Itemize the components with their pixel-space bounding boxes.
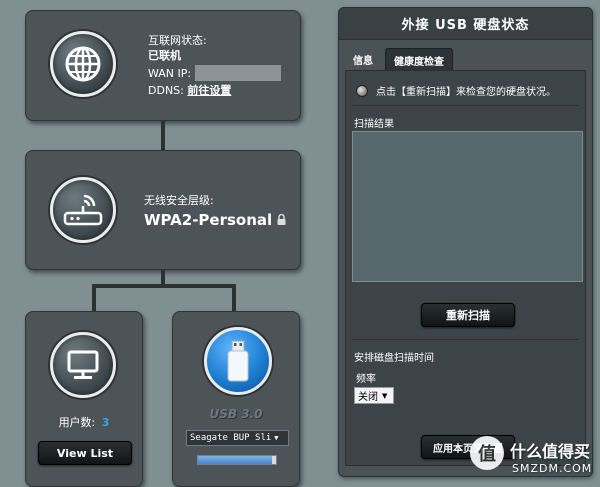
- chevron-down-icon: ▼: [274, 434, 279, 442]
- router-icon: [50, 177, 116, 243]
- ddns-settings-link[interactable]: 前往设置: [187, 84, 231, 97]
- frequency-label: 频率: [356, 374, 376, 385]
- scan-results-box[interactable]: [352, 131, 583, 282]
- divider: [352, 105, 579, 106]
- clients-count: 3: [101, 416, 110, 429]
- wan-ip-row: WAN IP:: [148, 65, 282, 81]
- rescan-button[interactable]: 重新扫描: [421, 303, 515, 327]
- usb-usage-fill: [198, 456, 273, 464]
- status-indicator-icon: [356, 84, 368, 97]
- internet-status-card[interactable]: 互联网状态: 已联机 WAN IP: DDNS: 前往设置: [25, 10, 301, 121]
- connector-line: [161, 121, 165, 151]
- frequency-select[interactable]: 关闭 ▼: [354, 387, 394, 404]
- usb-device-name: Seagate BUP Sli: [190, 433, 272, 443]
- connector-line: [92, 284, 236, 288]
- clients-label: 用户数:: [58, 416, 96, 429]
- internet-status-value: 已联机: [148, 49, 181, 62]
- health-check-tab-body: 点击【重新扫描】来检查您的硬盘状况。 扫描结果 重新扫描 安排磁盘扫描时间 频率…: [345, 70, 586, 466]
- watermark-logo-icon: 值: [470, 436, 504, 470]
- frequency-value: 关闭: [358, 392, 378, 403]
- panel-tabs: 信息 健康度检查: [345, 48, 453, 72]
- usb-device-select[interactable]: Seagate BUP Sli ▼: [186, 430, 289, 446]
- usb-card[interactable]: USB 3.0 Seagate BUP Sli ▼: [172, 311, 300, 487]
- watermark-text: 什么值得买: [510, 442, 591, 461]
- schedule-label: 安排磁盘扫描时间: [354, 353, 434, 364]
- internet-info: 互联网状态: 已联机 WAN IP: DDNS: 前往设置: [148, 33, 282, 98]
- view-list-button[interactable]: View List: [38, 441, 132, 465]
- wireless-router-card[interactable]: 无线安全层级: WPA2-Personal: [25, 150, 301, 270]
- watermark: 值 什么值得买 SMZDM.COM: [470, 432, 600, 484]
- ddns-row: DDNS: 前往设置: [148, 83, 281, 98]
- globe-icon: [50, 31, 116, 97]
- security-level-value: WPA2-Personal: [144, 210, 273, 229]
- scan-results-label: 扫描结果: [354, 119, 394, 130]
- usb-version-label: USB 3.0: [209, 407, 263, 421]
- connector-line: [232, 284, 236, 312]
- security-level-label: 无线安全层级:: [144, 194, 214, 207]
- wan-ip-label: WAN IP:: [148, 66, 192, 80]
- connector-line: [92, 284, 96, 312]
- tab-health-check[interactable]: 健康度检查: [385, 48, 453, 72]
- wan-ip-redacted: [195, 65, 282, 81]
- clients-count-row: 用户数: 3: [26, 414, 142, 430]
- computer-icon: [50, 332, 116, 398]
- divider: [352, 339, 579, 340]
- watermark-url: SMZDM.COM: [512, 462, 593, 475]
- clients-card[interactable]: 用户数: 3 View List: [25, 311, 143, 487]
- ddns-label: DDNS:: [148, 84, 184, 97]
- usb-drive-icon: [204, 327, 272, 395]
- panel-title: 外接 USB 硬盘状态: [339, 8, 592, 40]
- chevron-down-icon: ▼: [382, 391, 388, 400]
- rescan-hint: 点击【重新扫描】来检查您的硬盘状况。: [376, 87, 556, 98]
- security-row: WPA2-Personal: [144, 210, 286, 229]
- wireless-info: 无线安全层级: WPA2-Personal: [144, 193, 286, 229]
- usb-status-panel: 外接 USB 硬盘状态 信息 健康度检查 点击【重新扫描】来检查您的硬盘状况。 …: [338, 7, 593, 477]
- lock-icon: [277, 210, 286, 229]
- usb-usage-bar: [197, 455, 277, 465]
- rescan-hint-row: 点击【重新扫描】来检查您的硬盘状况。: [356, 83, 556, 98]
- tab-info[interactable]: 信息: [345, 48, 381, 72]
- internet-status-label: 互联网状态:: [148, 34, 207, 47]
